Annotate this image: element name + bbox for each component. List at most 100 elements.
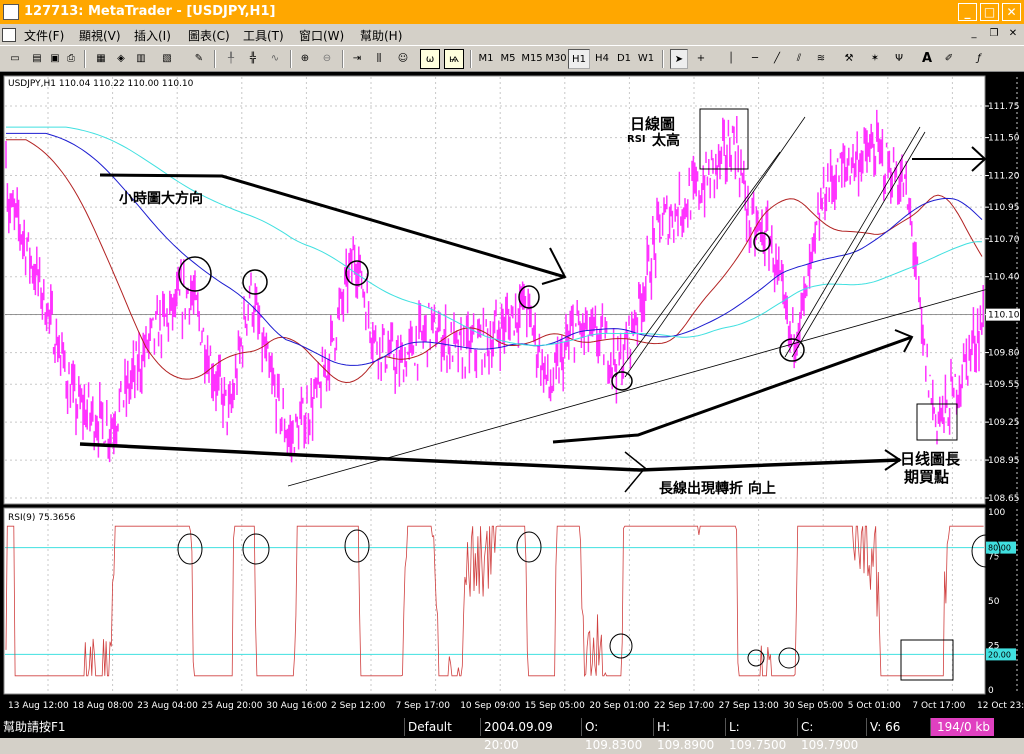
price-tick-label: 108.65 (988, 494, 1020, 504)
pitchfork-icon[interactable]: Ψ (890, 49, 908, 69)
timeframe-m15[interactable]: M15 (520, 49, 544, 69)
status-datetime: 2004.09.09 20:00 (480, 718, 580, 752)
timeframe-w1[interactable]: W1 (636, 49, 656, 69)
menu-tools[interactable]: 工具(T) (243, 27, 284, 44)
rsi-header: RSI(9) 75.3656 (8, 513, 76, 523)
toolbar-separator (470, 50, 472, 68)
template-icon[interactable]: ѩ (444, 49, 464, 69)
menu-file[interactable]: 文件(F) (24, 27, 64, 44)
app-icon (3, 4, 19, 20)
price-tick-label: 110.70 (988, 235, 1020, 245)
trendline-icon[interactable]: ╱ (768, 49, 786, 69)
gann-icon[interactable]: ⚒ (840, 49, 858, 69)
time-axis-label: 27 Sep 13:00 (719, 701, 779, 711)
autoscroll-icon[interactable]: ⇥ (348, 49, 366, 69)
menu-help[interactable]: 幫助(H) (360, 27, 402, 44)
menu-window[interactable]: 窗口(W) (299, 27, 344, 44)
bar-chart-icon[interactable]: ╀ (222, 49, 240, 69)
terminal-icon[interactable]: ▥ (132, 49, 150, 69)
expert-icon[interactable]: ✎ (190, 49, 208, 69)
time-axis-label: 2 Sep 12:00 (331, 701, 386, 711)
price-tick-label: 109.25 (988, 418, 1020, 428)
timeframe-d1[interactable]: D1 (614, 49, 634, 69)
menu-view[interactable]: 顯視(V) (79, 27, 121, 44)
status-open: O: 109.8300 (581, 718, 652, 752)
title-bar: 127713: MetaTrader - [USDJPY,H1] _ □ ✕ (0, 0, 1024, 24)
menu-insert[interactable]: 插入(I) (134, 27, 171, 44)
time-axis-label: 20 Sep 01:00 (589, 701, 649, 711)
zoom-out-icon[interactable]: ⊖ (318, 49, 336, 69)
status-traffic: 194/0 kb (930, 718, 994, 736)
close-button[interactable]: ✕ (1002, 3, 1021, 21)
status-low: L: 109.7500 (725, 718, 796, 752)
timeframe-m1[interactable]: M1 (476, 49, 496, 69)
status-profile[interactable]: Default (404, 718, 478, 736)
fibonacci-icon[interactable]: ≋ (812, 49, 830, 69)
time-axis-label: 5 Oct 01:00 (848, 701, 901, 711)
time-axis-label: 25 Aug 20:00 (202, 701, 263, 711)
maximize-button[interactable]: □ (980, 3, 999, 21)
minimize-button[interactable]: _ (958, 3, 977, 21)
history-icon[interactable]: ▧ (158, 49, 176, 69)
arrow-label-icon[interactable]: ✐ (940, 49, 958, 69)
timeframe-h4[interactable]: H4 (592, 49, 612, 69)
candlestick-icon[interactable]: ╬ (244, 49, 262, 69)
price-tick-label: 110.95 (988, 203, 1020, 213)
timeframe-h1[interactable]: H1 (568, 49, 590, 69)
rsi-pane (3, 507, 986, 695)
vertical-line-icon[interactable]: │ (724, 49, 738, 69)
toolbar-separator (84, 50, 86, 68)
chart-canvas[interactable]: 111.75 111.50 111.20 110.95 110.70 110.40 110.… (0, 72, 1024, 716)
period-separator-icon[interactable]: ѡ (420, 49, 440, 69)
line-chart-icon[interactable]: ∿ (266, 49, 284, 69)
toolbar: ▭ ▤ ▣ ⎙ ▦ ◈ ▥ ▧ ✎ ╀ ╬ ∿ ⊕ ⊖ ⇥ ⫼ ☺ ѡ ѩ M1… (0, 46, 1024, 72)
mdi-minimize-icon[interactable]: _ (966, 28, 982, 42)
zoom-in-icon[interactable]: ⊕ (296, 49, 314, 69)
menu-chart[interactable]: 圖表(C) (188, 27, 230, 44)
market-watch-icon[interactable]: ▦ (92, 49, 110, 69)
crosshair-icon[interactable]: + (692, 49, 710, 69)
price-pane (3, 75, 986, 505)
time-axis-label: 15 Sep 05:00 (525, 701, 585, 711)
price-tick-label: 109.80 (988, 349, 1020, 359)
open-icon[interactable]: ▤ (28, 49, 46, 69)
chart-window[interactable]: 111.75 111.50 111.20 110.95 110.70 110.40 110.… (0, 72, 1024, 716)
fan-icon[interactable]: ✶ (866, 49, 884, 69)
chart-shift-icon[interactable]: ⫼ (370, 49, 388, 69)
current-price-label: 110.10 (988, 311, 1020, 321)
text-icon[interactable]: A (920, 49, 934, 69)
price-tick-label: 111.50 (988, 134, 1020, 144)
print-icon[interactable]: ⎙ (62, 49, 80, 69)
toolbar-separator (214, 50, 216, 68)
horizontal-line-icon[interactable]: ─ (746, 49, 764, 69)
status-bar: 幫助請按F1 Default 2004.09.09 20:00 O: 109.8… (0, 716, 1024, 752)
time-axis-label: 13 Aug 12:00 (8, 701, 69, 711)
rsi-badge-20-label: 20.00 (988, 650, 1011, 659)
new-chart-icon[interactable]: ▭ (6, 49, 24, 69)
navigator-icon[interactable]: ◈ (112, 49, 130, 69)
mdi-restore-icon[interactable]: ❐ (986, 28, 1002, 42)
time-axis-label: 30 Aug 16:00 (266, 701, 327, 711)
cursor-icon[interactable]: ➤ (670, 49, 688, 69)
expert-advisor-icon[interactable]: ☺ (394, 49, 412, 69)
time-axis-label: 23 Aug 04:00 (137, 701, 198, 711)
price-header: USDJPY,H1 110.04 110.22 110.00 110.10 (8, 79, 194, 89)
rsi-tick-label: 75 (988, 553, 999, 563)
annotation-hourly-trend: 小時圖大方向 (119, 191, 203, 207)
menu-bar: 文件(F) 顯視(V) 插入(I) 圖表(C) 工具(T) 窗口(W) 幫助(H… (0, 24, 1024, 46)
annotation-daily-rsi-high: 太高 (652, 133, 680, 149)
indicator-icon[interactable]: ƒ (970, 49, 988, 69)
annotation-daily-rsi-label: RSI (627, 134, 646, 145)
toolbar-separator (342, 50, 344, 68)
time-axis-label: 18 Aug 08:00 (73, 701, 134, 711)
timeframe-m5[interactable]: M5 (498, 49, 518, 69)
time-axis-label: 12 Oct 23:00 (977, 701, 1024, 711)
status-close: C: 109.7900 (797, 718, 865, 752)
document-icon[interactable] (2, 28, 16, 42)
channel-icon[interactable]: ⫽ (790, 49, 808, 69)
mdi-close-icon[interactable]: ✕ (1005, 28, 1021, 42)
price-tick-label: 111.20 (988, 172, 1020, 182)
timeframe-m30[interactable]: M30 (544, 49, 568, 69)
time-axis-label: 7 Oct 17:00 (912, 701, 965, 711)
window-title: 127713: MetaTrader - [USDJPY,H1] (24, 4, 276, 19)
